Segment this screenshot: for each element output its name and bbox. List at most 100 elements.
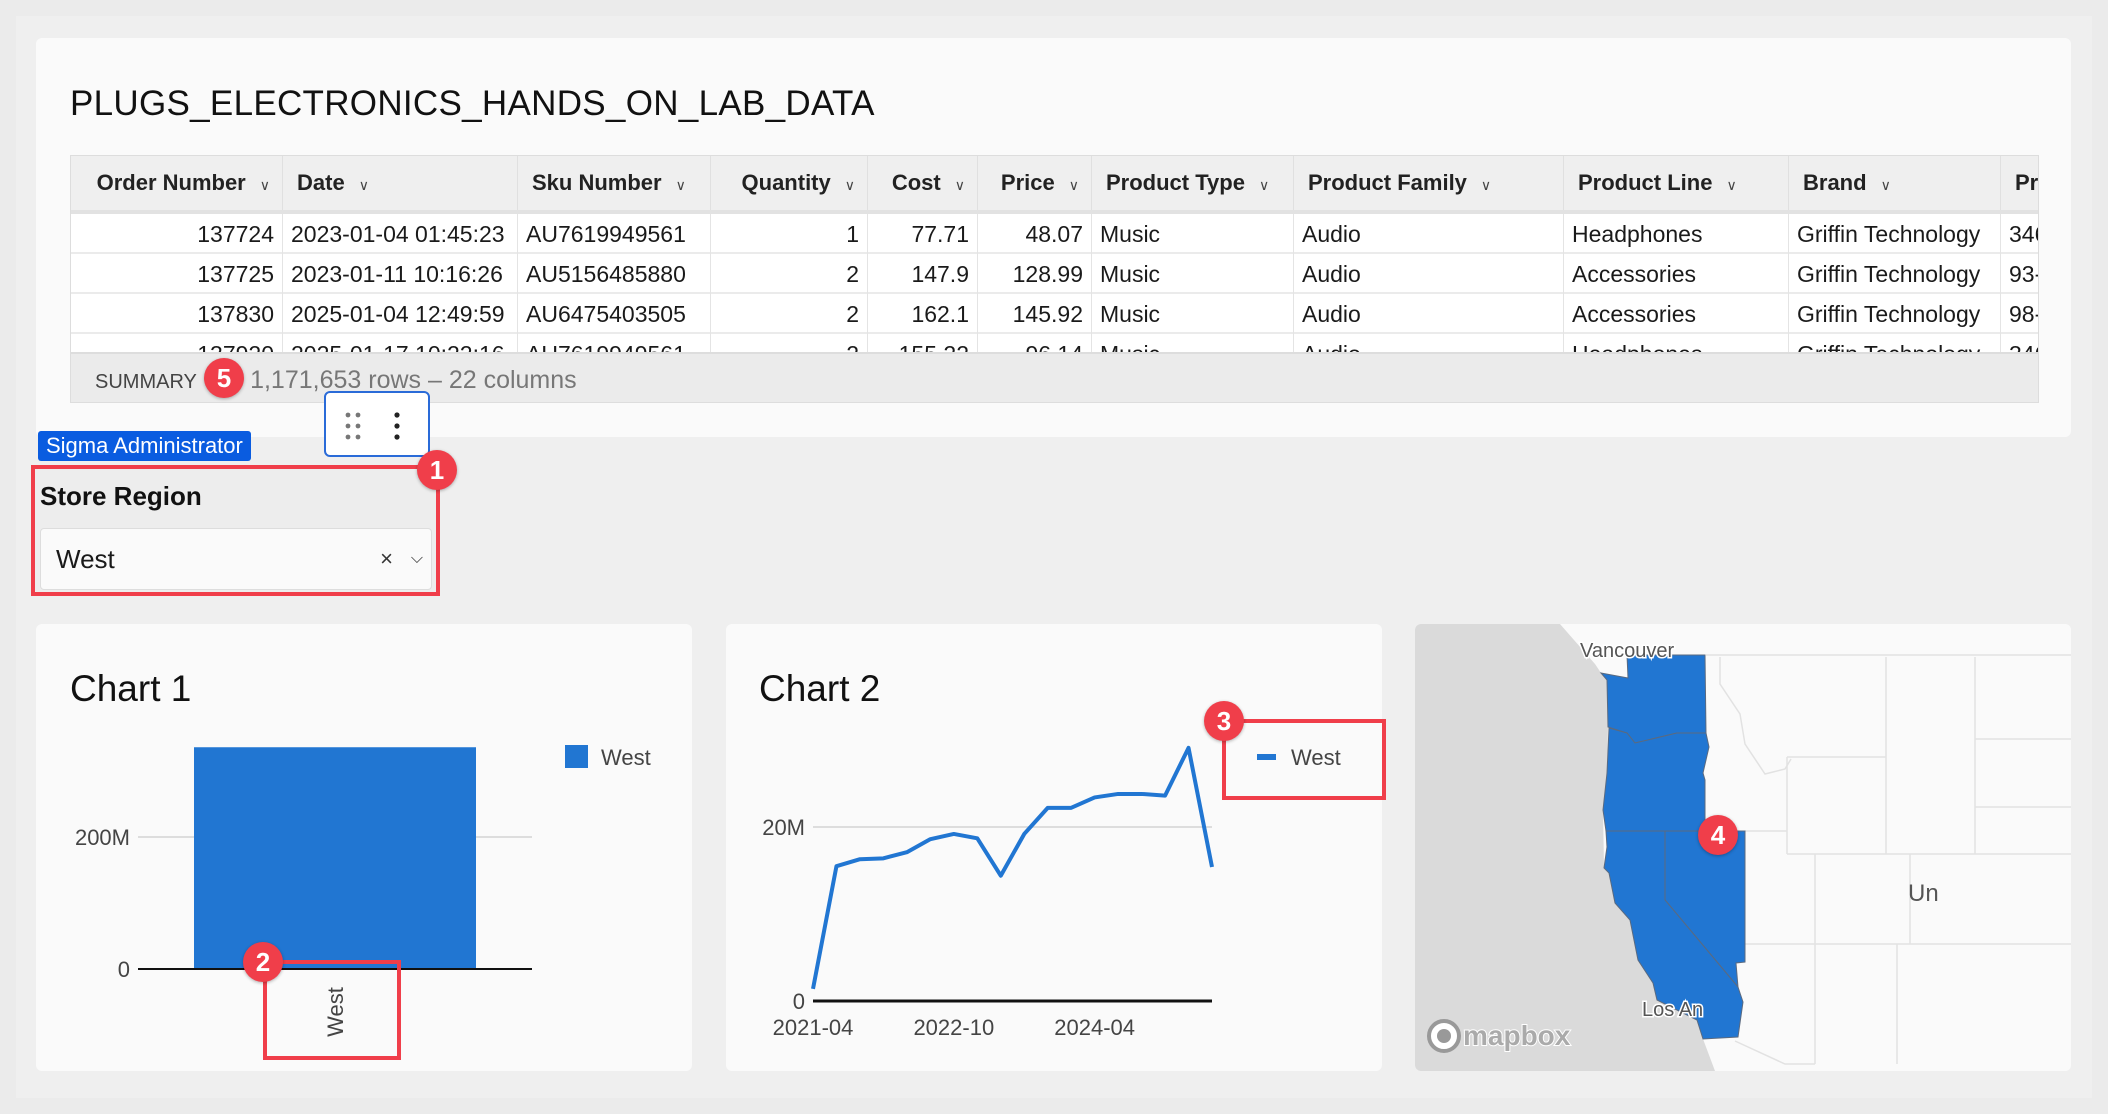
table-cell[interactable]: Audio [1294, 214, 1564, 254]
column-header-label: Cost [891, 170, 941, 195]
legend-swatch-west [565, 745, 588, 768]
table-cell[interactable]: 93- [2001, 254, 2038, 294]
annotation-badge-2: 2 [243, 942, 283, 982]
map-label-los-angeles: Los An [1642, 999, 1703, 1021]
chart-2-plot: 20M 0 2021-04 2022-10 2024-04 West [762, 745, 1341, 1040]
column-header[interactable]: Price ∨ [978, 156, 1092, 210]
table-cell[interactable]: Accessories [1564, 294, 1789, 334]
table-cell[interactable]: AU5156485880 [518, 254, 711, 294]
element-toolbar [324, 391, 430, 457]
table-cell[interactable]: 98- [2001, 294, 2038, 334]
table-cell[interactable]: 2023-01-11 10:16:26 [283, 254, 518, 294]
column-header-label: Date [297, 170, 345, 195]
table-cell[interactable]: Audio [1294, 294, 1564, 334]
chevron-down-icon[interactable]: ∨ [1881, 177, 1891, 193]
summary-count: 1,171,653 rows – 22 columns [250, 366, 577, 394]
column-header[interactable]: Brand ∨ [1789, 156, 2001, 210]
y-tick-0: 0 [793, 989, 805, 1014]
y-tick-20m: 20M [762, 815, 805, 840]
more-options-icon[interactable] [394, 412, 400, 440]
column-header[interactable]: Date ∨ [283, 156, 518, 210]
map-label-vancouver: Vancouver [1580, 640, 1674, 662]
table-cell[interactable]: Griffin Technology [1789, 254, 2001, 294]
table-cell[interactable]: Music [1092, 214, 1294, 254]
table-cell[interactable]: 1 [711, 214, 868, 254]
map-canvas[interactable]: Vancouver Los An Un mapbox [1415, 624, 2071, 1071]
table-cell[interactable]: 145.92 [978, 294, 1092, 334]
chevron-down-icon[interactable]: ∨ [359, 177, 369, 193]
table-cell[interactable]: 137830 [71, 294, 283, 334]
annotation-badge-4: 4 [1698, 815, 1738, 855]
table-row[interactable]: 137830 2025-01-04 12:49:59 AU6475403505 2 16… [71, 294, 2038, 334]
table-cell[interactable]: Griffin Technology [1789, 214, 2001, 254]
annotation-badge-3: 3 [1204, 701, 1244, 741]
table-cell[interactable]: 162.1 [868, 294, 978, 334]
column-header[interactable]: Product Family ∨ [1294, 156, 1564, 210]
table-cell[interactable]: 147.9 [868, 254, 978, 294]
chevron-down-icon[interactable]: ∨ [1481, 177, 1491, 193]
table-cell[interactable]: 128.99 [978, 254, 1092, 294]
y-tick-0: 0 [118, 957, 130, 982]
mapbox-logo: mapbox [1427, 1019, 1572, 1053]
table-cell[interactable]: Audio [1294, 254, 1564, 294]
annotation-box-1 [31, 465, 440, 596]
column-header[interactable]: Order Number ∨ [71, 156, 283, 210]
column-header[interactable]: Cost ∨ [868, 156, 978, 210]
column-header[interactable]: Pro [2001, 156, 2039, 210]
drag-handle-icon[interactable] [345, 412, 361, 440]
column-header[interactable]: Product Type ∨ [1092, 156, 1294, 210]
region-map[interactable]: Vancouver Los An Un mapbox [1415, 624, 2071, 1071]
table-cell[interactable]: AU6475403505 [518, 294, 711, 334]
table-cell[interactable]: 48.07 [978, 214, 1092, 254]
column-header[interactable]: Sku Number ∨ [518, 156, 711, 210]
table-cell[interactable]: AU7619949561 [518, 214, 711, 254]
svg-text:mapbox: mapbox [1463, 1020, 1571, 1051]
column-header-label: Quantity [741, 170, 831, 195]
column-header-label: Pro [2015, 170, 2039, 195]
table-cell[interactable]: 2023-01-04 01:45:23 [283, 214, 518, 254]
chevron-down-icon[interactable]: ∨ [845, 177, 855, 193]
table-cell[interactable]: 137725 [71, 254, 283, 294]
chevron-down-icon[interactable]: ∨ [1259, 177, 1269, 193]
state-oregon [1602, 727, 1710, 832]
column-header-label: Price [1000, 170, 1055, 195]
table-cell[interactable]: Headphones [1564, 214, 1789, 254]
column-header-label: Order Number [96, 170, 246, 195]
table-cell[interactable]: Accessories [1564, 254, 1789, 294]
table-cell[interactable]: 346 [2001, 214, 2038, 254]
table-row[interactable]: 137724 2023-01-04 01:45:23 AU7619949561 1 77… [71, 214, 2038, 254]
table-cell[interactable]: Griffin Technology [1789, 294, 2001, 334]
chevron-down-icon[interactable]: ∨ [676, 177, 686, 193]
chevron-down-icon[interactable]: ∨ [260, 177, 270, 193]
table-cell[interactable]: Music [1092, 294, 1294, 334]
column-header[interactable]: Quantity ∨ [711, 156, 868, 210]
legend-label-west: West [601, 745, 651, 770]
chevron-down-icon[interactable]: ∨ [1069, 177, 1079, 193]
table-cell[interactable]: Music [1092, 254, 1294, 294]
column-header-label: Product Type [1106, 170, 1245, 195]
column-header[interactable]: Product Line ∨ [1564, 156, 1789, 210]
x-tick-label: 2022-10 [913, 1015, 994, 1040]
chevron-down-icon[interactable]: ∨ [1726, 177, 1736, 193]
table-title: PLUGS_ELECTRONICS_HANDS_ON_LAB_DATA [70, 84, 875, 123]
table-cell[interactable]: 2 [711, 254, 868, 294]
annotation-badge-1: 1 [417, 450, 457, 490]
line-series-west [811, 745, 1214, 990]
annotation-box-2 [263, 960, 401, 1060]
table-cell[interactable]: 77.71 [868, 214, 978, 254]
user-role-tag: Sigma Administrator [38, 431, 251, 461]
table-row[interactable]: 137725 2023-01-11 10:16:26 AU5156485880 2 14… [71, 254, 2038, 294]
column-header-label: Product Family [1308, 170, 1467, 195]
x-tick-label: 2021-04 [773, 1015, 854, 1040]
chevron-down-icon[interactable]: ∨ [955, 177, 965, 193]
column-header-label: Product Line [1578, 170, 1713, 195]
map-label-country: Un [1908, 880, 1939, 907]
annotation-box-3 [1222, 719, 1386, 800]
bar-west [194, 747, 476, 969]
summary-label: SUMMARY [95, 371, 197, 393]
table-cell[interactable]: 2025-01-04 12:49:59 [283, 294, 518, 334]
data-table[interactable]: Order Number ∨ Date ∨ Sku Number ∨ Quantity ∨ Co… [70, 155, 2039, 403]
table-cell[interactable]: 137724 [71, 214, 283, 254]
annotation-badge-5: 5 [204, 358, 244, 398]
table-cell[interactable]: 2 [711, 294, 868, 334]
